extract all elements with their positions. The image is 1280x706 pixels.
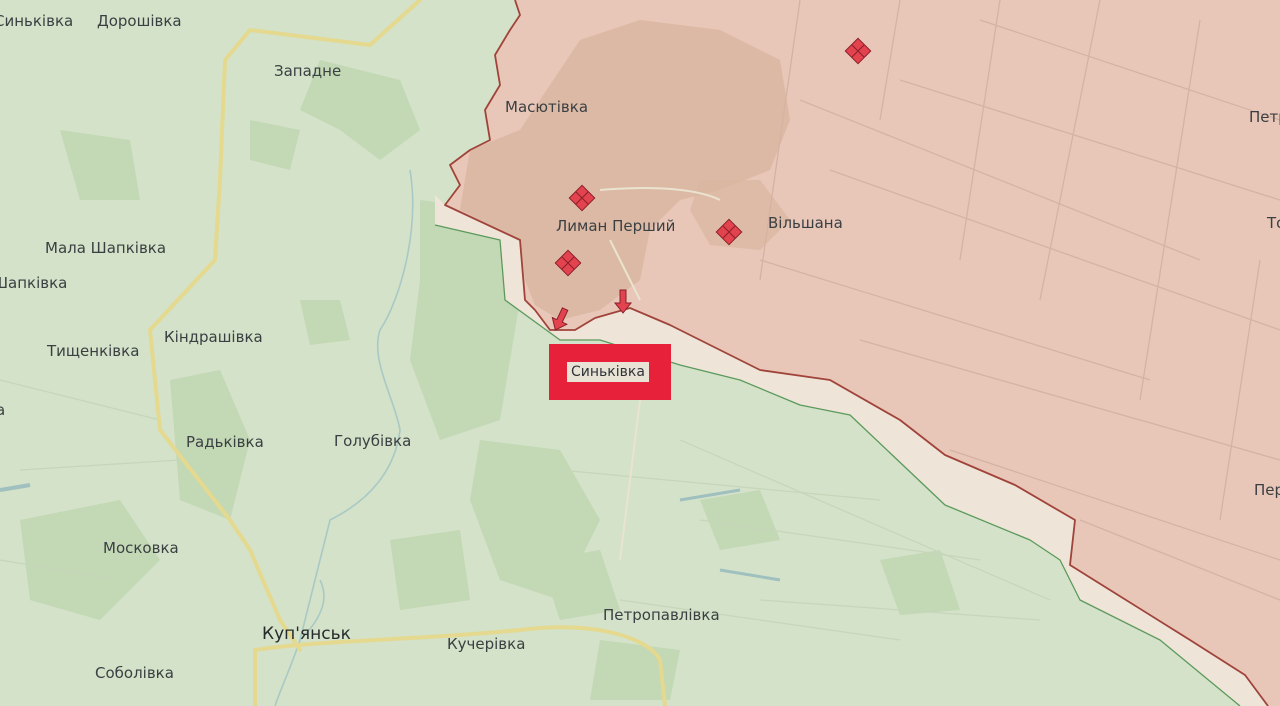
place-label: а — [0, 401, 5, 419]
place-label: Пер — [1254, 481, 1280, 499]
place-label: Вільшана — [768, 214, 843, 232]
place-label: Кіндрашівка — [164, 328, 263, 346]
place-label: Масютівка — [505, 98, 588, 116]
place-label: То — [1266, 214, 1280, 232]
place-label: Мала Шапківка — [45, 239, 166, 257]
place-label: Голубівка — [334, 432, 411, 450]
place-label: Западне — [274, 62, 341, 80]
place-label: Лиман Перший — [556, 217, 675, 235]
place-label: Радьківка — [186, 433, 264, 451]
place-label-city: Куп'янськ — [262, 624, 351, 644]
place-label: Дорошівка — [97, 12, 182, 30]
place-label: Шапківка — [0, 274, 67, 292]
place-label: Московка — [103, 539, 179, 557]
place-label: Синьківка — [0, 12, 73, 30]
place-label: Тищенківка — [46, 342, 139, 360]
place-label: Кучерівка — [447, 635, 525, 653]
place-label: Петропавлівка — [603, 606, 720, 624]
place-label: Петр — [1249, 108, 1280, 126]
place-label: Соболівка — [95, 664, 174, 682]
highlighted-place-label[interactable]: Синьківка — [567, 362, 649, 382]
